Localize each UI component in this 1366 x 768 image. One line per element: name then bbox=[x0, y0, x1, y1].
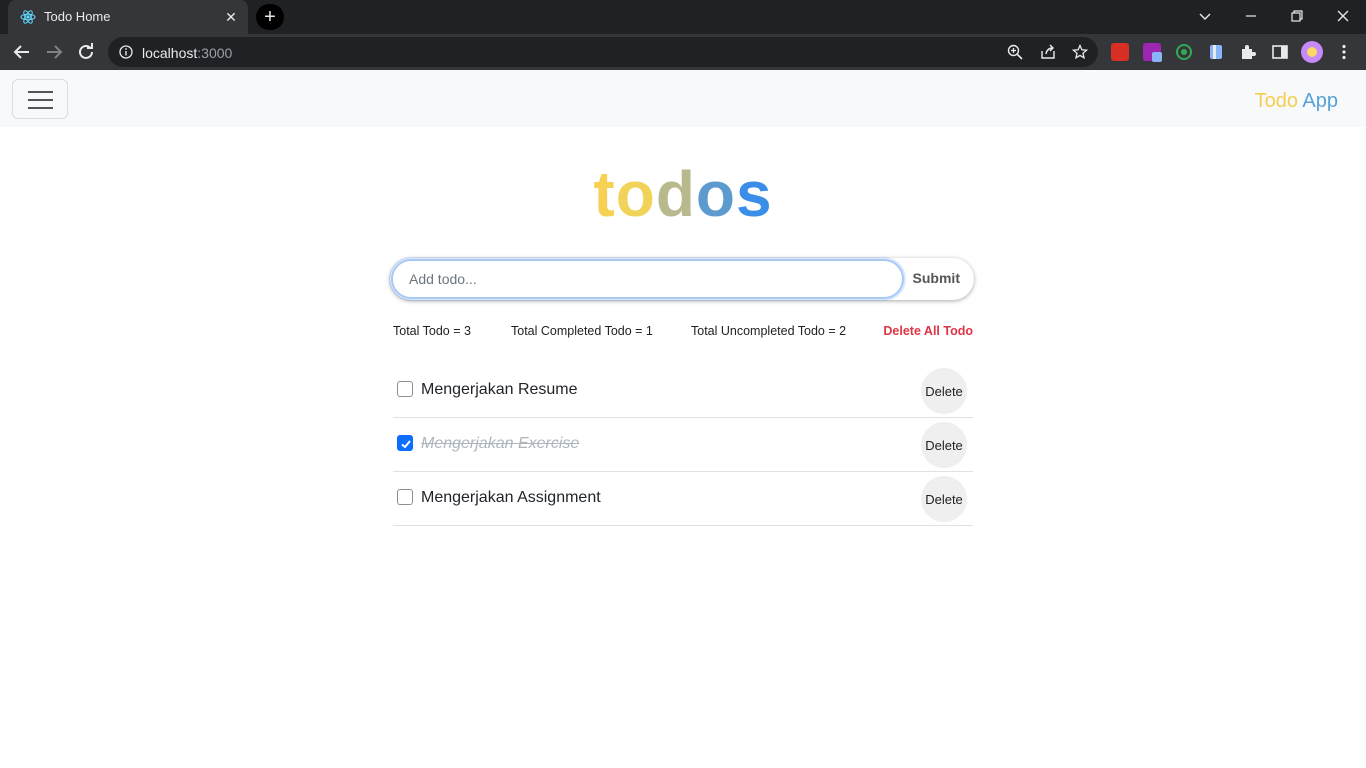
list-item: Mengerjakan Resume Delete bbox=[393, 364, 973, 418]
react-favicon bbox=[20, 10, 36, 24]
brand-link[interactable]: Todo App bbox=[1255, 90, 1338, 113]
app-navbar: Todo App bbox=[0, 70, 1366, 127]
restore-icon[interactable] bbox=[1274, 0, 1320, 32]
check-icon bbox=[401, 440, 411, 449]
brand-part-2: App bbox=[1302, 90, 1338, 112]
todo-checkbox[interactable] bbox=[397, 489, 413, 505]
delete-todo-button[interactable]: Delete bbox=[921, 368, 967, 414]
browser-toolbar: localhost:3000 bbox=[0, 34, 1366, 70]
todo-text: Mengerjakan Exercise bbox=[421, 435, 580, 452]
delete-all-button[interactable]: Delete All Todo bbox=[883, 324, 973, 338]
title-letter: d bbox=[655, 158, 696, 230]
extension-icon[interactable] bbox=[1207, 43, 1225, 61]
total-todo-count: Total Todo = 3 bbox=[393, 324, 471, 338]
hamburger-line bbox=[28, 107, 53, 109]
tab-search-icon[interactable] bbox=[1182, 0, 1228, 32]
sidepanel-icon[interactable] bbox=[1271, 43, 1289, 61]
todo-checkbox[interactable] bbox=[397, 435, 413, 451]
title-letter: s bbox=[736, 158, 773, 230]
back-arrow-icon[interactable] bbox=[11, 41, 33, 63]
extension-icon[interactable] bbox=[1175, 43, 1193, 61]
forward-arrow-icon[interactable] bbox=[43, 41, 65, 63]
star-icon[interactable] bbox=[1072, 44, 1088, 60]
add-todo-form: Submit bbox=[390, 258, 974, 300]
hamburger-line bbox=[28, 99, 53, 101]
delete-todo-button[interactable]: Delete bbox=[921, 476, 967, 522]
zoom-icon[interactable] bbox=[1007, 44, 1023, 60]
kebab-menu-icon[interactable] bbox=[1335, 43, 1353, 61]
list-item: Mengerjakan Assignment Delete bbox=[393, 472, 973, 526]
brand-part-1: Todo bbox=[1254, 90, 1298, 112]
add-todo-input[interactable] bbox=[391, 259, 904, 299]
browser-tab-bar: Todo Home ✕ + bbox=[0, 0, 1366, 34]
reload-icon[interactable] bbox=[75, 41, 97, 63]
url-text[interactable]: localhost:3000 bbox=[142, 45, 232, 61]
avatar[interactable] bbox=[1301, 41, 1323, 63]
submit-button[interactable]: Submit bbox=[913, 270, 960, 286]
info-icon[interactable] bbox=[119, 45, 133, 59]
extension-icon[interactable] bbox=[1143, 43, 1162, 62]
tab-title: Todo Home bbox=[44, 9, 111, 24]
url-port: :3000 bbox=[197, 45, 233, 61]
todo-list: Mengerjakan Resume Delete Mengerjakan Ex… bbox=[393, 364, 973, 526]
extension-icon[interactable] bbox=[1111, 43, 1129, 61]
todo-text: Mengerjakan Resume bbox=[421, 381, 578, 398]
hamburger-line bbox=[28, 91, 53, 93]
share-icon[interactable] bbox=[1040, 44, 1056, 60]
hamburger-menu-button[interactable] bbox=[12, 79, 68, 119]
todo-text: Mengerjakan Assignment bbox=[421, 489, 601, 506]
todo-checkbox[interactable] bbox=[397, 381, 413, 397]
window-close-icon[interactable] bbox=[1320, 0, 1366, 32]
page-title: todos bbox=[0, 157, 1366, 231]
new-tab-button[interactable]: + bbox=[256, 4, 284, 30]
minimize-icon[interactable] bbox=[1228, 0, 1274, 32]
title-letter: o bbox=[615, 158, 656, 230]
puzzle-icon[interactable] bbox=[1239, 43, 1257, 61]
completed-todo-count: Total Completed Todo = 1 bbox=[511, 324, 653, 338]
close-icon[interactable]: ✕ bbox=[222, 8, 240, 26]
uncompleted-todo-count: Total Uncompleted Todo = 2 bbox=[691, 324, 847, 338]
title-letter: o bbox=[695, 158, 736, 230]
browser-tab[interactable]: Todo Home ✕ bbox=[8, 0, 248, 34]
url-host: localhost bbox=[142, 45, 198, 61]
title-letter: t bbox=[593, 158, 616, 230]
delete-todo-button[interactable]: Delete bbox=[921, 422, 967, 468]
list-item: Mengerjakan Exercise Delete bbox=[393, 418, 973, 472]
address-bar[interactable]: localhost:3000 bbox=[108, 37, 1098, 67]
